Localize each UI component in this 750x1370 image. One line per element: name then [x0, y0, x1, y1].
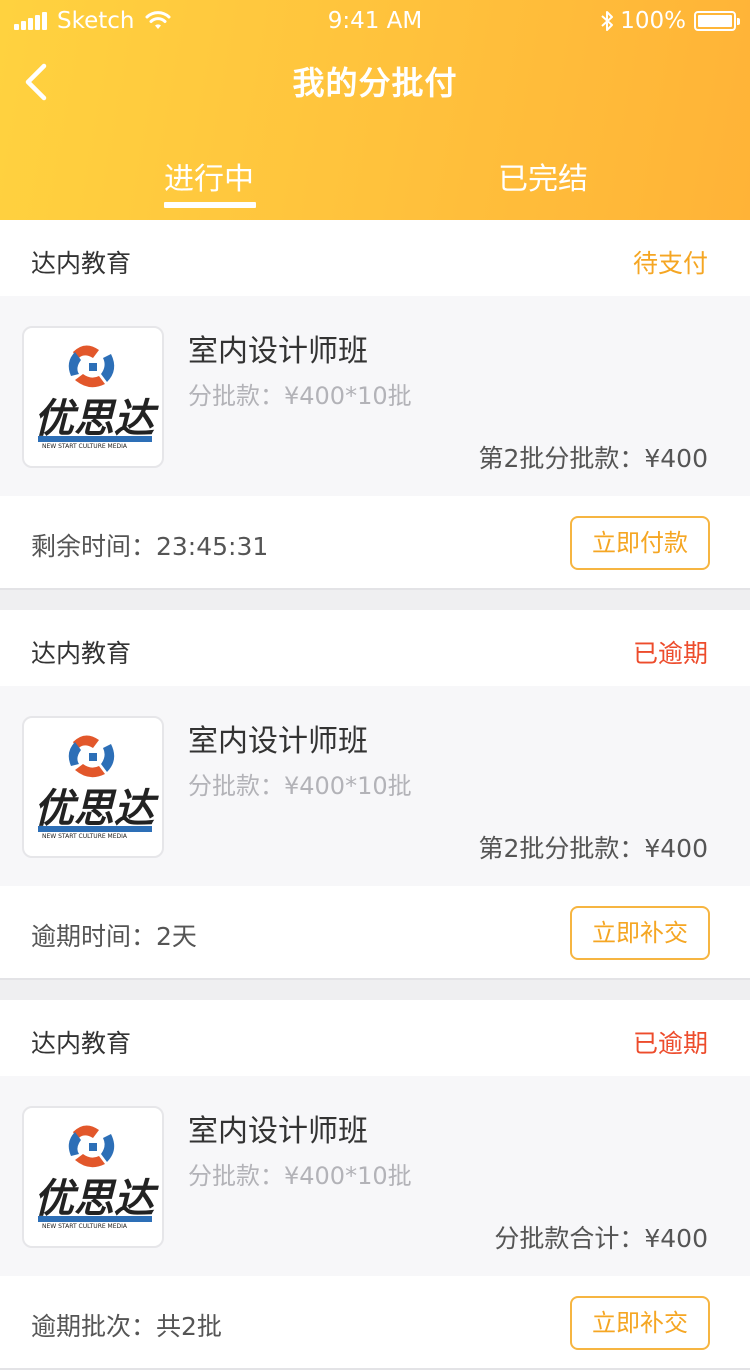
course-name: 室内设计师班	[188, 724, 368, 759]
course-logo: 优思达 NEW START CULTURE MEDIA	[22, 1106, 164, 1248]
pay-overdue-button[interactable]: 立即补交	[570, 906, 710, 960]
order-body[interactable]: 优思达 NEW START CULTURE MEDIA 室内设计师班 分批款：¥…	[0, 296, 750, 496]
bluetooth-icon	[601, 11, 614, 31]
shop-name: 达内教育	[31, 1029, 132, 1058]
course-logo: 优思达 NEW START CULTURE MEDIA	[22, 716, 164, 858]
order-card[interactable]: 达内教育 已逾期 优思达 NEW START CULTURE MEDIA 室内设…	[0, 610, 750, 980]
battery-percent: 100%	[620, 8, 686, 34]
page-title: 我的分批付	[292, 64, 458, 102]
order-body[interactable]: 优思达 NEW START CULTURE MEDIA 室内设计师班 分批款：¥…	[0, 1076, 750, 1276]
battery-icon	[694, 11, 740, 31]
shop-name: 达内教育	[31, 639, 132, 668]
logo-subtext: NEW START CULTURE MEDIA	[42, 443, 128, 450]
logo-text: 优思达	[34, 1176, 159, 1222]
logo-subtext: NEW START CULTURE MEDIA	[42, 1223, 128, 1230]
order-body[interactable]: 优思达 NEW START CULTURE MEDIA 室内设计师班 分批款：¥…	[0, 686, 750, 886]
pay-now-button[interactable]: 立即付款	[570, 516, 710, 570]
order-card[interactable]: 达内教育 已逾期 优思达 NEW START CULTURE MEDIA 室内设…	[0, 1000, 750, 1370]
course-name: 室内设计师班	[188, 1114, 368, 1149]
order-status: 已逾期	[632, 639, 708, 668]
logo-subtext: NEW START CULTURE MEDIA	[42, 833, 128, 840]
batch-info: 分批款：¥400*10批	[188, 772, 412, 800]
batch-info: 分批款：¥400*10批	[188, 382, 412, 410]
pay-overdue-button[interactable]: 立即补交	[570, 1296, 710, 1350]
batch-info: 分批款：¥400*10批	[188, 1162, 412, 1190]
logo-text: 优思达	[34, 786, 159, 832]
shop-name: 达内教育	[31, 249, 132, 278]
order-card[interactable]: 达内教育 待支付 优思达 NEW START CULTURE MEDIA 室内设…	[0, 220, 750, 590]
overdue-time: 逾期时间：2天	[31, 922, 197, 951]
batch-amount: 第2批分批款：¥400	[478, 444, 708, 473]
course-logo: 优思达 NEW START CULTURE MEDIA	[22, 326, 164, 468]
tab-completed[interactable]: 已完结	[498, 154, 588, 198]
order-status: 已逾期	[632, 1029, 708, 1058]
remaining-time: 剩余时间：23:45:31	[31, 532, 269, 561]
header: Sketch 9:41 AM 100% 我的分批付 进行中 已完结	[0, 0, 750, 220]
overdue-batches: 逾期批次：共2批	[31, 1312, 222, 1341]
logo-text: 优思达	[34, 396, 159, 442]
active-tab-indicator	[164, 202, 256, 208]
course-name: 室内设计师班	[188, 334, 368, 369]
batch-total: 分批款合计：¥400	[494, 1224, 708, 1253]
order-status: 待支付	[632, 249, 708, 278]
status-bar: Sketch 9:41 AM 100%	[0, 0, 750, 44]
batch-amount: 第2批分批款：¥400	[478, 834, 708, 863]
tab-in-progress[interactable]: 进行中	[164, 154, 254, 198]
